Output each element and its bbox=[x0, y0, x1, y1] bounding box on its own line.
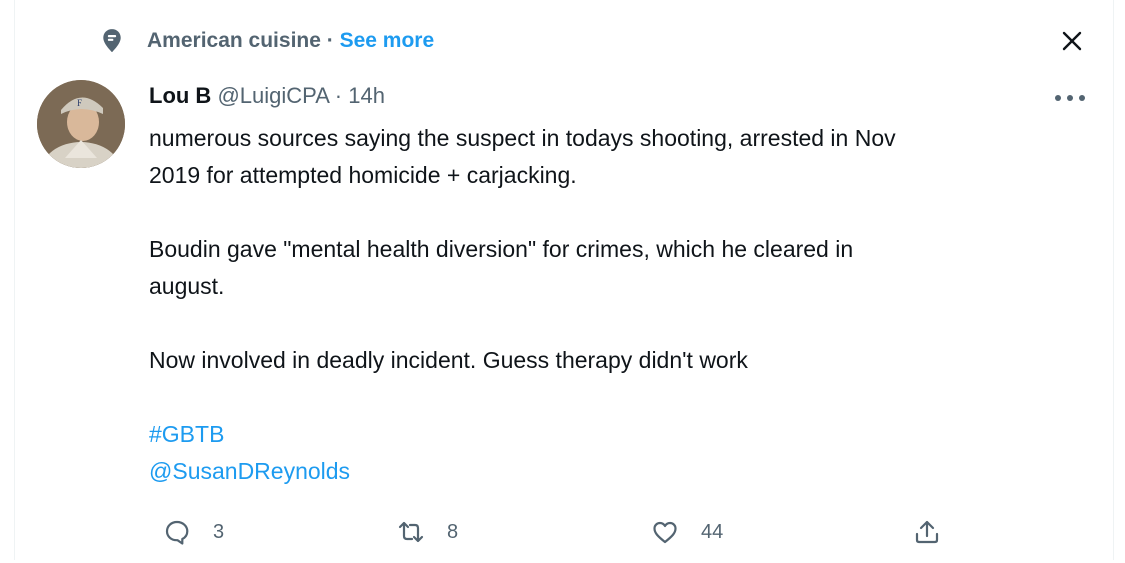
reply-button[interactable]: 3 bbox=[163, 512, 224, 552]
like-count: 44 bbox=[701, 520, 724, 543]
reply-icon bbox=[165, 520, 189, 545]
svg-text:F: F bbox=[77, 98, 82, 108]
topic-separator: · bbox=[320, 29, 340, 52]
like-button[interactable]: 44 bbox=[651, 512, 723, 552]
tweet-text-line: 2019 for attempted homicide + carjacking… bbox=[149, 162, 577, 188]
tweet-text: numerous sources saying the suspect in t… bbox=[149, 120, 1089, 490]
avatar[interactable]: F bbox=[37, 80, 125, 168]
tweet-text-line: Boudin gave "mental health diversion" fo… bbox=[149, 236, 854, 262]
mention-link[interactable]: @SusanDReynolds bbox=[149, 458, 350, 484]
close-icon[interactable] bbox=[1055, 24, 1089, 58]
tweet-header: Lou B @LuigiCPA · 14h bbox=[149, 83, 385, 109]
hashtag-link[interactable]: #GBTB bbox=[149, 421, 224, 447]
share-button[interactable] bbox=[913, 512, 941, 552]
see-more-link[interactable]: See more bbox=[340, 29, 435, 52]
tweet-card: American cuisine · See more F Lou B @Lui… bbox=[14, 0, 1114, 560]
time-separator: · bbox=[328, 83, 349, 108]
heart-icon bbox=[653, 521, 677, 544]
share-icon bbox=[915, 520, 939, 544]
author-name[interactable]: Lou B bbox=[149, 83, 211, 108]
tweet-timestamp[interactable]: 14h bbox=[348, 83, 385, 108]
tweet-text-line: Now involved in deadly incident. Guess t… bbox=[149, 347, 748, 373]
retweet-button[interactable]: 8 bbox=[397, 512, 458, 552]
tweet-text-line: numerous sources saying the suspect in t… bbox=[149, 125, 896, 151]
action-bar: 3 8 44 bbox=[149, 512, 949, 552]
tweet-text-line: august. bbox=[149, 273, 225, 299]
avatar-photo-icon: F bbox=[37, 80, 125, 168]
author-handle[interactable]: @LuigiCPA bbox=[217, 83, 328, 108]
location-pin-icon bbox=[103, 29, 121, 52]
topic-label[interactable]: American cuisine bbox=[147, 29, 321, 52]
reply-count: 3 bbox=[213, 520, 225, 543]
ellipsis-icon[interactable] bbox=[1053, 93, 1087, 103]
retweet-icon bbox=[398, 521, 424, 543]
retweet-count: 8 bbox=[447, 520, 459, 543]
